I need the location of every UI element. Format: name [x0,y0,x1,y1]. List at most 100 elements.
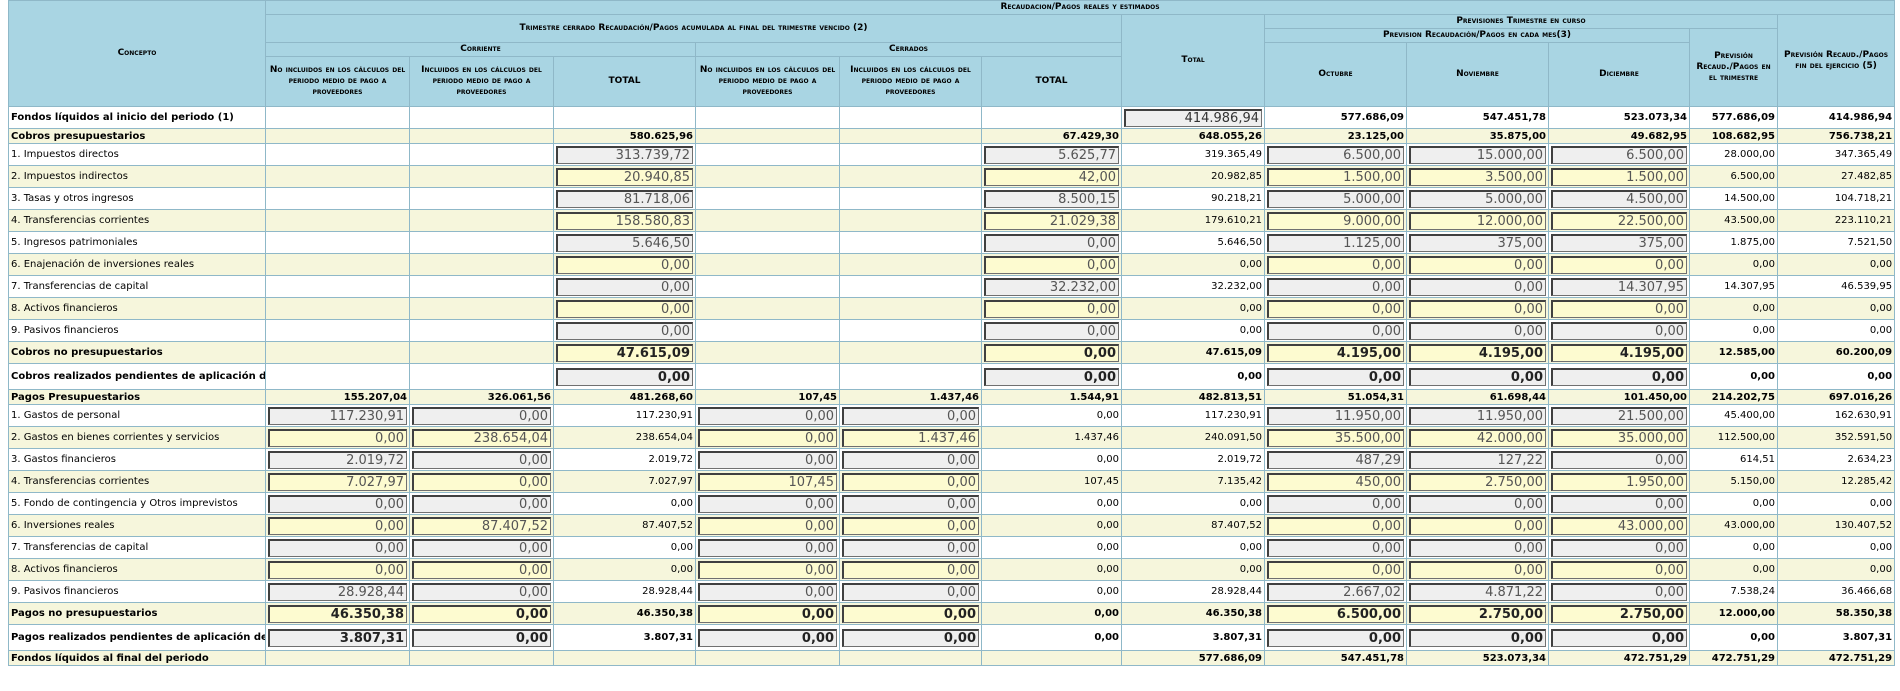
corriente-total-input[interactable] [556,367,693,386]
corriente-incluidos-input[interactable] [412,560,551,579]
cerrados-total-input[interactable] [984,321,1119,340]
noviembre-input[interactable] [1409,367,1546,386]
cerrados-total-input[interactable] [984,233,1119,252]
corriente-incluidos-input[interactable] [412,604,551,623]
corriente-total-input[interactable] [556,299,693,318]
octubre-input[interactable] [1267,367,1404,386]
cerrados-no-incluidos-input[interactable] [698,628,837,647]
corriente-no-incluidos-input[interactable] [268,538,407,557]
corriente-incluidos-input[interactable] [412,450,551,469]
corriente-incluidos-input[interactable] [412,472,551,491]
octubre-input[interactable] [1267,538,1404,557]
noviembre-input[interactable] [1409,321,1546,340]
cerrados-incluidos-input[interactable] [842,628,979,647]
corriente-incluidos-input[interactable] [412,538,551,557]
cerrados-no-incluidos-input[interactable] [698,604,837,623]
diciembre-input[interactable] [1551,167,1687,186]
noviembre-input[interactable] [1409,472,1546,491]
diciembre-input[interactable] [1551,516,1687,535]
corriente-no-incluidos-input[interactable] [268,628,407,647]
diciembre-input[interactable] [1551,233,1687,252]
cerrados-incluidos-input[interactable] [842,494,979,513]
noviembre-input[interactable] [1409,167,1546,186]
octubre-input[interactable] [1267,406,1404,425]
diciembre-input[interactable] [1551,211,1687,230]
diciembre-input[interactable] [1551,145,1687,164]
cerrados-no-incluidos-input[interactable] [698,494,837,513]
noviembre-input[interactable] [1409,255,1546,274]
diciembre-input[interactable] [1551,343,1687,362]
corriente-no-incluidos-input[interactable] [268,450,407,469]
cerrados-total-input[interactable] [984,367,1119,386]
corriente-no-incluidos-input[interactable] [268,560,407,579]
cerrados-total-input[interactable] [984,145,1119,164]
cerrados-incluidos-input[interactable] [842,472,979,491]
cerrados-incluidos-input[interactable] [842,538,979,557]
cerrados-incluidos-input[interactable] [842,516,979,535]
cerrados-total-input[interactable] [984,189,1119,208]
octubre-input[interactable] [1267,582,1404,601]
diciembre-input[interactable] [1551,582,1687,601]
cerrados-no-incluidos-input[interactable] [698,560,837,579]
octubre-input[interactable] [1267,604,1404,623]
corriente-total-input[interactable] [556,255,693,274]
noviembre-input[interactable] [1409,233,1546,252]
diciembre-input[interactable] [1551,299,1687,318]
octubre-input[interactable] [1267,450,1404,469]
cerrados-no-incluidos-input[interactable] [698,582,837,601]
cerrados-no-incluidos-input[interactable] [698,516,837,535]
corriente-total-input[interactable] [556,277,693,296]
noviembre-input[interactable] [1409,428,1546,447]
noviembre-input[interactable] [1409,145,1546,164]
cerrados-no-incluidos-input[interactable] [698,428,837,447]
cerrados-incluidos-input[interactable] [842,604,979,623]
corriente-total-input[interactable] [556,233,693,252]
corriente-incluidos-input[interactable] [412,494,551,513]
cerrados-incluidos-input[interactable] [842,582,979,601]
cerrados-no-incluidos-input[interactable] [698,406,837,425]
octubre-input[interactable] [1267,560,1404,579]
noviembre-input[interactable] [1409,516,1546,535]
corriente-total-input[interactable] [556,211,693,230]
octubre-input[interactable] [1267,277,1404,296]
noviembre-input[interactable] [1409,582,1546,601]
noviembre-input[interactable] [1409,277,1546,296]
cerrados-total-input[interactable] [984,255,1119,274]
diciembre-input[interactable] [1551,321,1687,340]
octubre-input[interactable] [1267,472,1404,491]
octubre-input[interactable] [1267,167,1404,186]
corriente-no-incluidos-input[interactable] [268,516,407,535]
noviembre-input[interactable] [1409,343,1546,362]
octubre-input[interactable] [1267,343,1404,362]
corriente-no-incluidos-input[interactable] [268,604,407,623]
noviembre-input[interactable] [1409,211,1546,230]
diciembre-input[interactable] [1551,428,1687,447]
diciembre-input[interactable] [1551,472,1687,491]
noviembre-input[interactable] [1409,450,1546,469]
octubre-input[interactable] [1267,145,1404,164]
corriente-total-input[interactable] [556,167,693,186]
cerrados-total-input[interactable] [984,277,1119,296]
cerrados-total-input[interactable] [984,167,1119,186]
diciembre-input[interactable] [1551,538,1687,557]
cerrados-no-incluidos-input[interactable] [698,450,837,469]
corriente-no-incluidos-input[interactable] [268,406,407,425]
diciembre-input[interactable] [1551,604,1687,623]
octubre-input[interactable] [1267,494,1404,513]
cerrados-total-input[interactable] [984,211,1119,230]
noviembre-input[interactable] [1409,604,1546,623]
noviembre-input[interactable] [1409,189,1546,208]
diciembre-input[interactable] [1551,406,1687,425]
noviembre-input[interactable] [1409,538,1546,557]
octubre-input[interactable] [1267,233,1404,252]
cerrados-incluidos-input[interactable] [842,428,979,447]
cerrados-incluidos-input[interactable] [842,406,979,425]
corriente-incluidos-input[interactable] [412,428,551,447]
diciembre-input[interactable] [1551,277,1687,296]
corriente-incluidos-input[interactable] [412,406,551,425]
cerrados-incluidos-input[interactable] [842,560,979,579]
corriente-total-input[interactable] [556,145,693,164]
corriente-no-incluidos-input[interactable] [268,428,407,447]
corriente-no-incluidos-input[interactable] [268,582,407,601]
diciembre-input[interactable] [1551,189,1687,208]
